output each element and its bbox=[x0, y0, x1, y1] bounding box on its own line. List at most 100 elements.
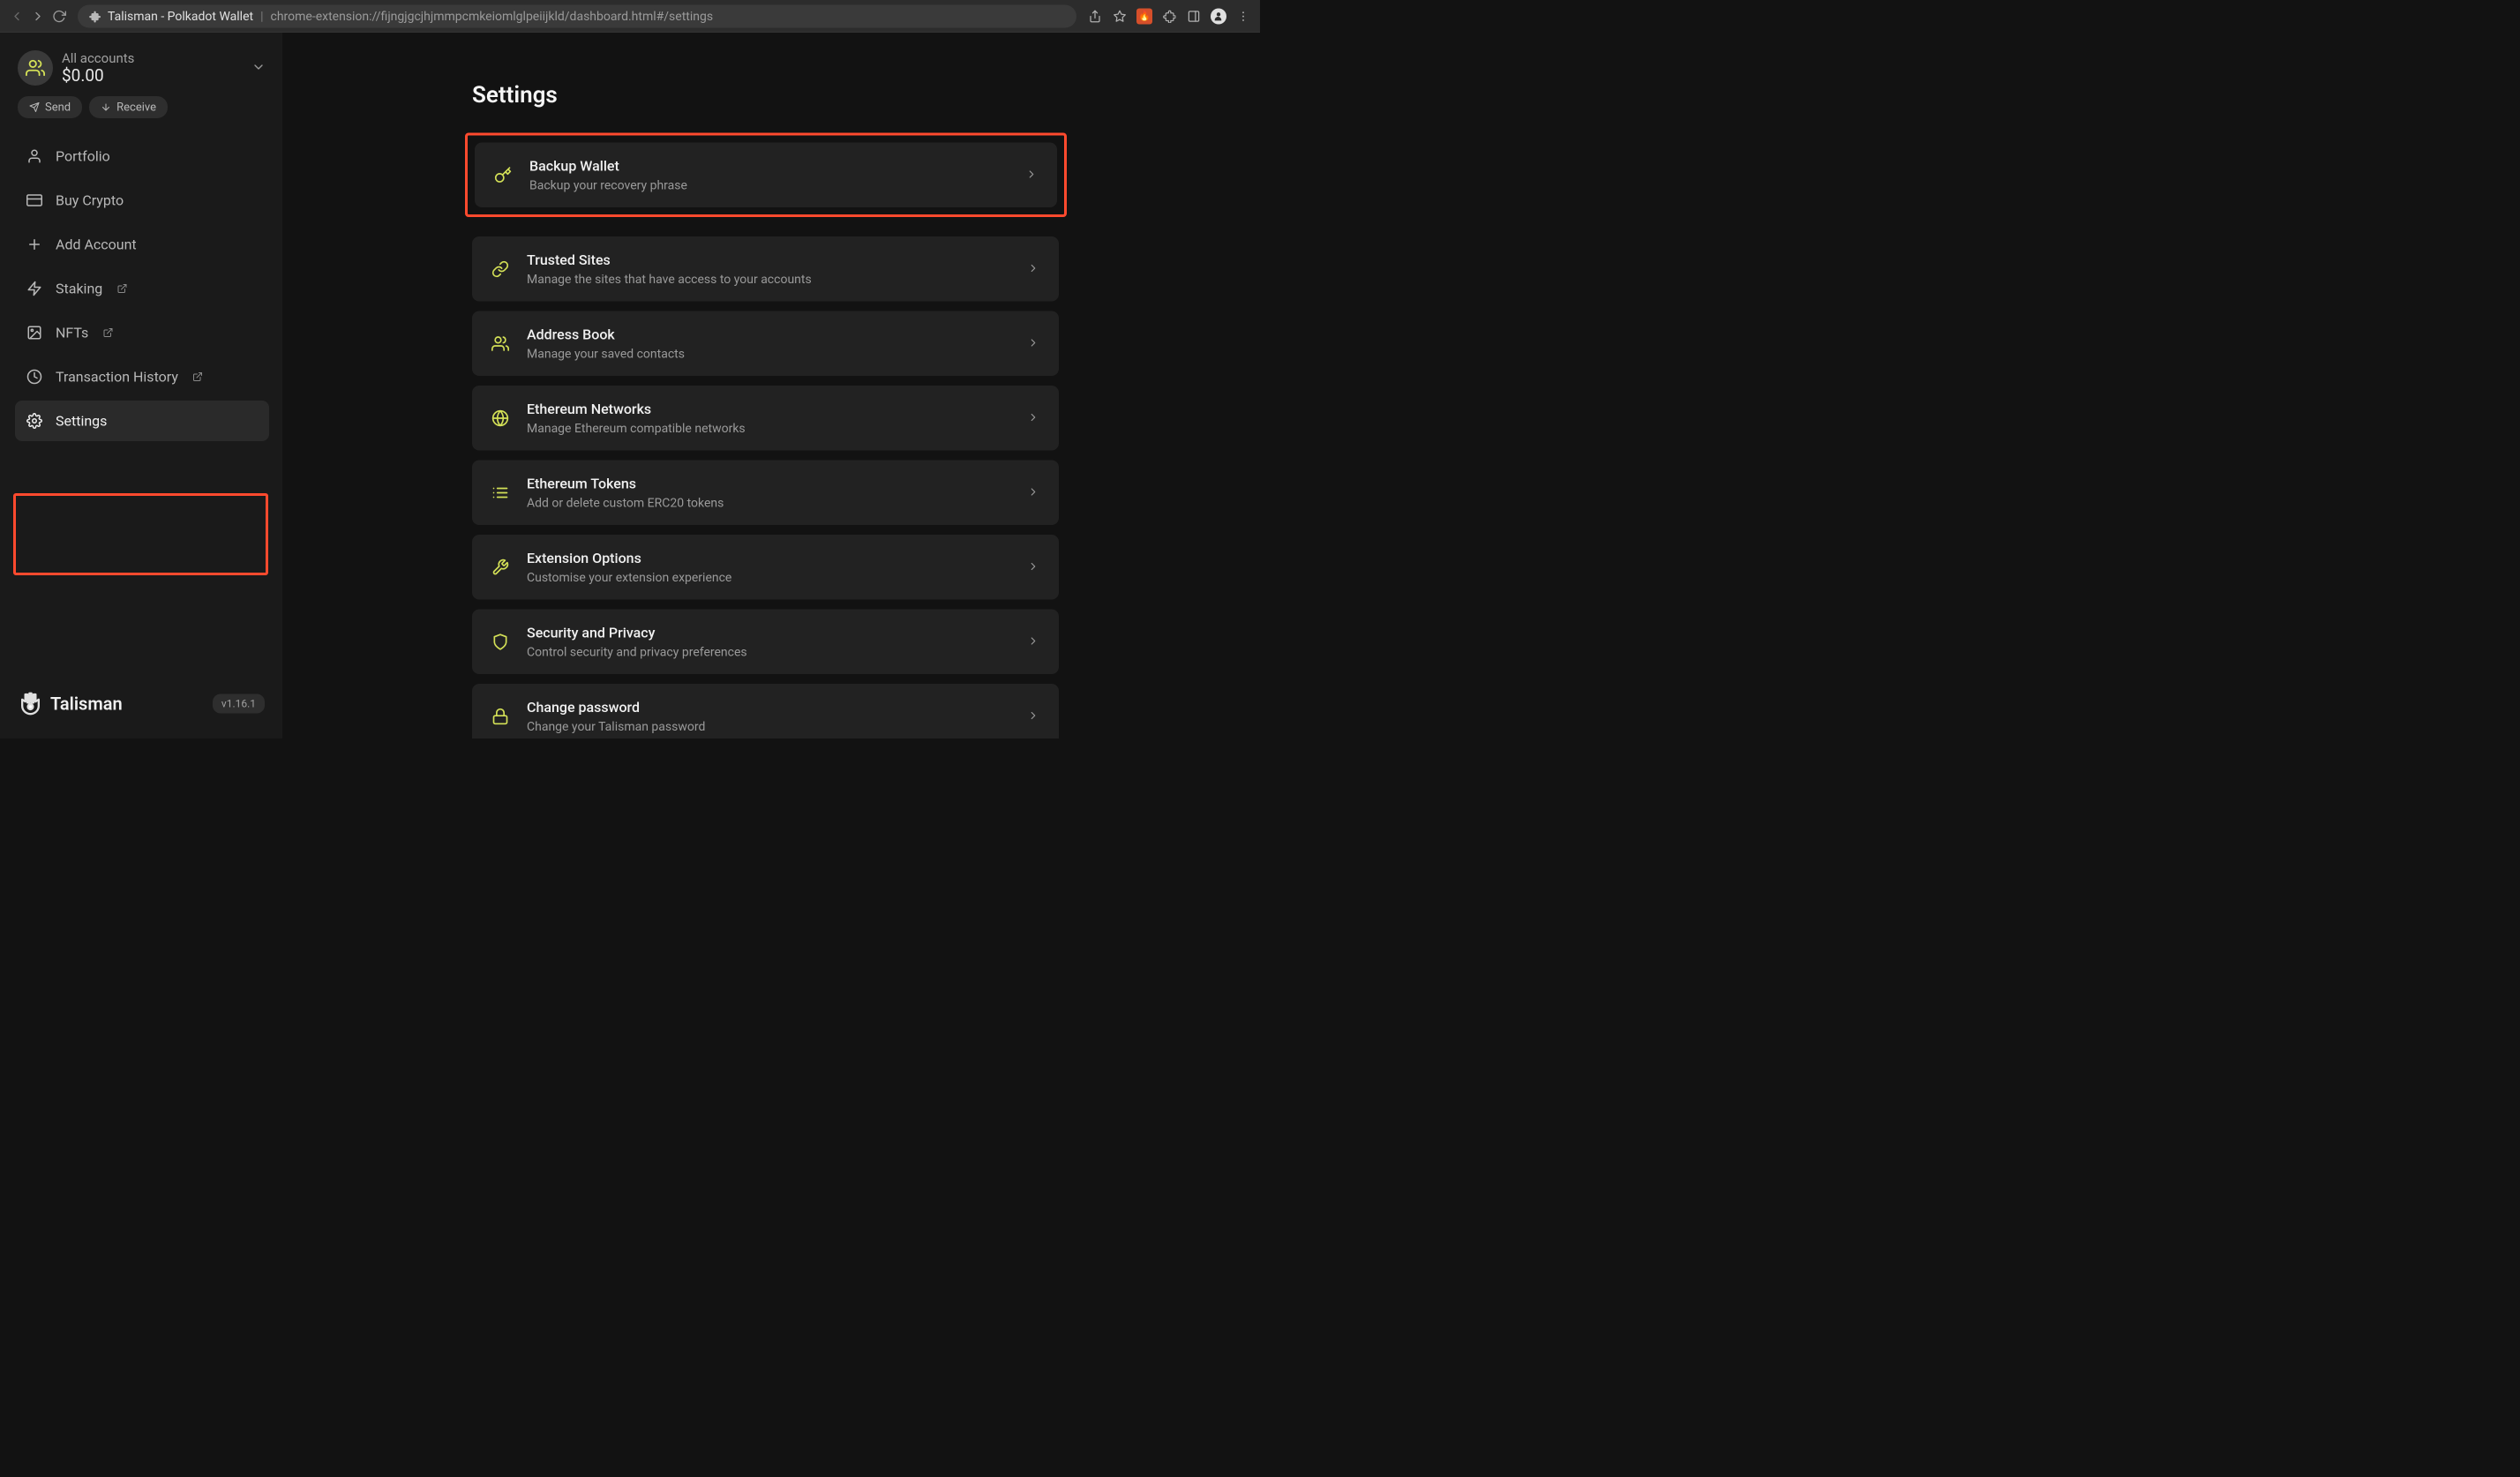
row-title: Ethereum Networks bbox=[527, 401, 1011, 417]
sidebar-item-staking[interactable]: Staking bbox=[15, 268, 269, 309]
users-icon bbox=[490, 333, 511, 354]
sidebar-item-label: Portfolio bbox=[56, 148, 110, 165]
list-icon bbox=[490, 482, 511, 503]
send-icon bbox=[29, 102, 40, 113]
chevron-right-icon bbox=[1027, 262, 1041, 276]
send-label: Send bbox=[45, 101, 71, 114]
chevron-right-icon bbox=[1025, 168, 1039, 182]
profile-avatar[interactable] bbox=[1211, 8, 1226, 24]
kebab-menu-icon[interactable] bbox=[1235, 8, 1251, 24]
brand-name: Talisman bbox=[50, 694, 123, 715]
talisman-extension-badge[interactable]: 🔥 bbox=[1136, 8, 1152, 24]
talisman-logo-icon bbox=[18, 691, 43, 716]
panel-icon[interactable] bbox=[1186, 8, 1202, 24]
row-title: Trusted Sites bbox=[527, 251, 1011, 268]
browser-toolbar: Talisman - Polkadot Wallet | chrome-exte… bbox=[0, 0, 1260, 33]
wrench-icon bbox=[490, 557, 511, 578]
plus-icon bbox=[26, 236, 43, 253]
share-icon[interactable] bbox=[1087, 8, 1103, 24]
sidebar-item-label: NFTs bbox=[56, 325, 88, 341]
nav-forward-button[interactable] bbox=[30, 8, 46, 24]
zap-icon bbox=[26, 280, 43, 297]
row-desc: Manage the sites that have access to you… bbox=[527, 272, 1011, 287]
settings-row-backup-wallet[interactable]: Backup Wallet Backup your recovery phras… bbox=[475, 143, 1057, 208]
link-icon bbox=[490, 259, 511, 280]
extensions-icon[interactable] bbox=[1161, 8, 1177, 24]
row-desc: Customise your extension experience bbox=[527, 570, 1011, 585]
chevron-right-icon bbox=[1027, 560, 1041, 574]
receive-icon bbox=[101, 102, 111, 113]
page-title: Settings bbox=[472, 81, 1234, 109]
chevron-right-icon bbox=[1027, 411, 1041, 425]
sidebar-item-label: Staking bbox=[56, 281, 102, 297]
image-icon bbox=[26, 324, 43, 341]
account-selector[interactable]: All accounts $0.00 bbox=[13, 50, 269, 86]
settings-row-ethereum-tokens[interactable]: Ethereum Tokens Add or delete custom ERC… bbox=[472, 461, 1059, 526]
row-title: Security and Privacy bbox=[527, 625, 1011, 641]
sidebar: All accounts $0.00 Send Receive Portfoli… bbox=[0, 33, 282, 738]
extension-icon bbox=[88, 10, 101, 22]
row-desc: Manage Ethereum compatible networks bbox=[527, 421, 1011, 436]
sidebar-item-label: Add Account bbox=[56, 236, 137, 253]
receive-label: Receive bbox=[116, 101, 156, 114]
settings-row-address-book[interactable]: Address Book Manage your saved contacts bbox=[472, 311, 1059, 377]
sidebar-item-label: Settings bbox=[56, 413, 107, 430]
brand-logo-block: Talisman bbox=[18, 691, 123, 716]
bookmark-star-icon[interactable] bbox=[1112, 8, 1128, 24]
row-desc: Change your Talisman password bbox=[527, 719, 1011, 734]
highlight-settings-nav bbox=[13, 493, 268, 575]
sidebar-item-buy-crypto[interactable]: Buy Crypto bbox=[15, 180, 269, 221]
sidebar-item-transaction-history[interactable]: Transaction History bbox=[15, 356, 269, 397]
sidebar-item-label: Buy Crypto bbox=[56, 192, 124, 209]
globe-icon bbox=[490, 408, 511, 429]
sidebar-item-label: Transaction History bbox=[56, 369, 178, 386]
row-title: Change password bbox=[527, 699, 1011, 716]
chevron-down-icon bbox=[251, 60, 269, 76]
highlight-backup-wallet: Backup Wallet Backup your recovery phras… bbox=[465, 133, 1067, 218]
chevron-right-icon bbox=[1027, 485, 1041, 499]
url-separator: | bbox=[260, 9, 263, 24]
account-avatar bbox=[18, 50, 53, 86]
nav-back-button[interactable] bbox=[9, 8, 25, 24]
lock-icon bbox=[490, 706, 511, 727]
row-title: Backup Wallet bbox=[529, 158, 1009, 175]
sidebar-item-nfts[interactable]: NFTs bbox=[15, 312, 269, 353]
url-bar[interactable]: Talisman - Polkadot Wallet | chrome-exte… bbox=[78, 4, 1076, 27]
account-balance: $0.00 bbox=[62, 66, 243, 86]
gear-icon bbox=[26, 412, 43, 430]
external-link-icon bbox=[102, 327, 113, 338]
row-title: Ethereum Tokens bbox=[527, 476, 1011, 492]
page-url: chrome-extension://fijngjgcjhjmmpcmkeiom… bbox=[270, 9, 713, 24]
key-icon bbox=[492, 164, 514, 185]
sidebar-item-settings[interactable]: Settings bbox=[15, 401, 269, 441]
card-icon bbox=[26, 191, 43, 209]
row-desc: Manage your saved contacts bbox=[527, 347, 1011, 362]
version-badge: v1.16.1 bbox=[213, 694, 265, 714]
sidebar-item-portfolio[interactable]: Portfolio bbox=[15, 136, 269, 176]
settings-row-ethereum-networks[interactable]: Ethereum Networks Manage Ethereum compat… bbox=[472, 386, 1059, 451]
chevron-right-icon bbox=[1027, 709, 1041, 724]
settings-row-change-password[interactable]: Change password Change your Talisman pas… bbox=[472, 684, 1059, 738]
chevron-right-icon bbox=[1027, 634, 1041, 649]
row-desc: Add or delete custom ERC20 tokens bbox=[527, 496, 1011, 511]
row-title: Extension Options bbox=[527, 550, 1011, 566]
external-link-icon bbox=[192, 371, 203, 382]
row-desc: Control security and privacy preferences bbox=[527, 645, 1011, 660]
main-panel: Settings Backup Wallet Backup your recov… bbox=[282, 33, 1260, 738]
page-url-title: Talisman - Polkadot Wallet bbox=[108, 9, 253, 24]
sidebar-item-add-account[interactable]: Add Account bbox=[15, 224, 269, 265]
user-icon bbox=[26, 147, 43, 165]
settings-row-security-privacy[interactable]: Security and Privacy Control security an… bbox=[472, 610, 1059, 675]
settings-row-trusted-sites[interactable]: Trusted Sites Manage the sites that have… bbox=[472, 236, 1059, 302]
receive-button[interactable]: Receive bbox=[89, 96, 168, 118]
row-title: Address Book bbox=[527, 326, 1011, 343]
row-desc: Backup your recovery phrase bbox=[529, 178, 1009, 193]
nav-reload-button[interactable] bbox=[51, 8, 67, 24]
chevron-right-icon bbox=[1027, 336, 1041, 350]
clock-icon bbox=[26, 368, 43, 386]
send-button[interactable]: Send bbox=[18, 96, 82, 118]
external-link-icon bbox=[116, 283, 127, 294]
settings-row-extension-options[interactable]: Extension Options Customise your extensi… bbox=[472, 535, 1059, 600]
account-label: All accounts bbox=[62, 50, 243, 66]
shield-icon bbox=[490, 631, 511, 652]
